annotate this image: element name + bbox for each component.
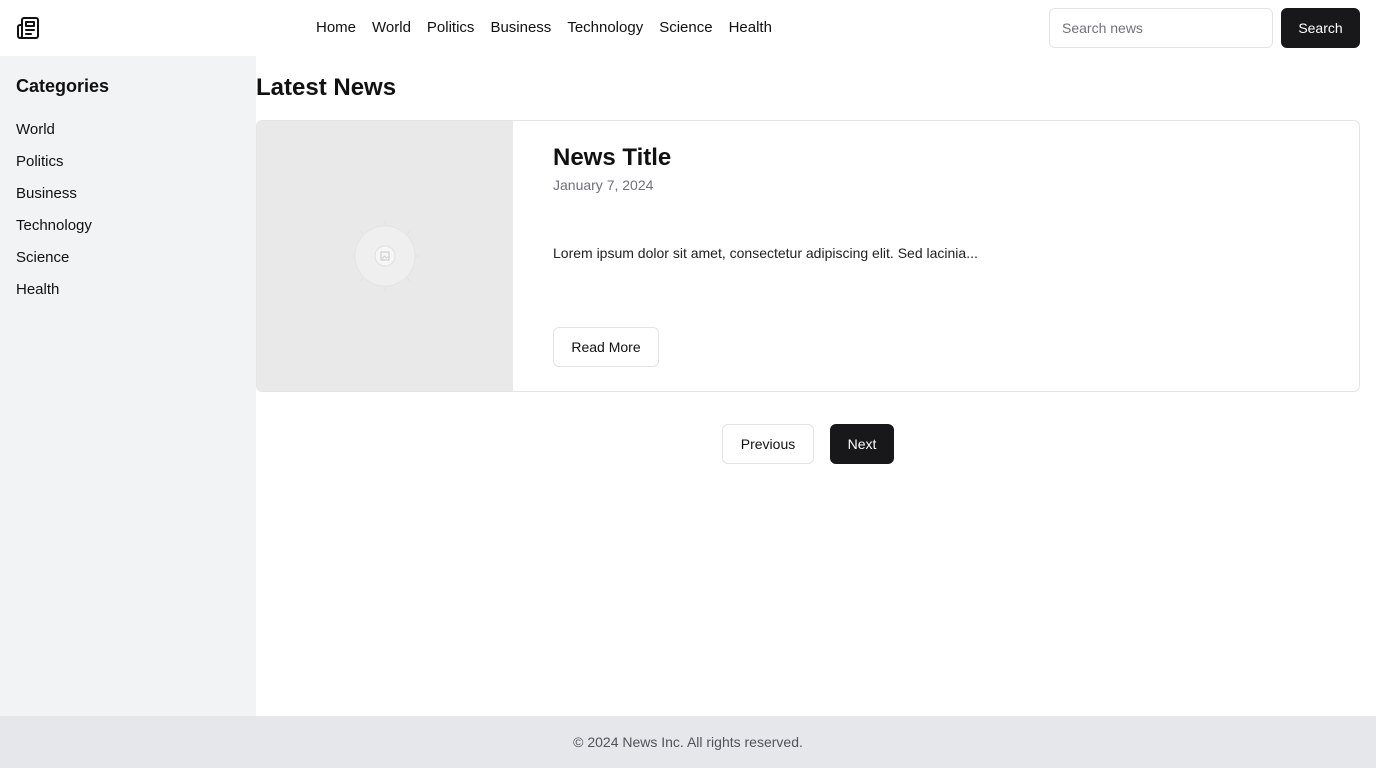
- site-footer: © 2024 News Inc. All rights reserved.: [0, 716, 1376, 768]
- news-date: January 7, 2024: [553, 177, 654, 193]
- footer-copyright: © 2024 News Inc. All rights reserved.: [573, 734, 803, 750]
- sidebar-title: Categories: [16, 76, 110, 96]
- category-list: World Politics Business Technology Scien…: [16, 120, 240, 300]
- search-button[interactable]: Search: [1281, 8, 1360, 48]
- nav-science[interactable]: Science: [659, 18, 712, 38]
- previous-button[interactable]: Previous: [722, 424, 814, 464]
- news-card: News Title January 7, 2024 Lorem ipsum d…: [256, 120, 1360, 392]
- news-title[interactable]: News Title: [553, 143, 1335, 173]
- nav-business[interactable]: Business: [490, 18, 551, 38]
- sidebar-item-technology[interactable]: Technology: [16, 216, 240, 236]
- news-excerpt: Lorem ipsum dolor sit amet, consectetur …: [553, 245, 978, 261]
- nav-politics[interactable]: Politics: [427, 18, 475, 38]
- news-thumbnail: [257, 121, 513, 391]
- sidebar-item-science[interactable]: Science: [16, 248, 240, 268]
- main-nav: Home World Politics Business Technology …: [316, 0, 772, 56]
- news-card-body: News Title January 7, 2024 Lorem ipsum d…: [553, 121, 1335, 367]
- sidebar-item-politics[interactable]: Politics: [16, 152, 240, 172]
- sidebar-item-business[interactable]: Business: [16, 184, 240, 204]
- sidebar-item-world[interactable]: World: [16, 120, 240, 140]
- sidebar: Categories World Politics Business Techn…: [0, 56, 256, 716]
- nav-world[interactable]: World: [372, 18, 411, 38]
- nav-home[interactable]: Home: [316, 18, 356, 38]
- newspaper-icon[interactable]: [16, 16, 40, 40]
- image-placeholder-icon: [350, 221, 420, 291]
- site-header: Home World Politics Business Technology …: [0, 0, 1376, 56]
- main-content: Latest News News Title January 7, 2024 L…: [256, 56, 1360, 464]
- nav-technology[interactable]: Technology: [567, 18, 643, 38]
- page-title: Latest News: [256, 74, 397, 101]
- sidebar-item-health[interactable]: Health: [16, 280, 240, 300]
- pagination: Previous Next: [722, 424, 894, 464]
- nav-health[interactable]: Health: [729, 18, 772, 38]
- next-button[interactable]: Next: [830, 424, 894, 464]
- search-input[interactable]: [1049, 8, 1273, 48]
- read-more-button[interactable]: Read More: [553, 327, 659, 367]
